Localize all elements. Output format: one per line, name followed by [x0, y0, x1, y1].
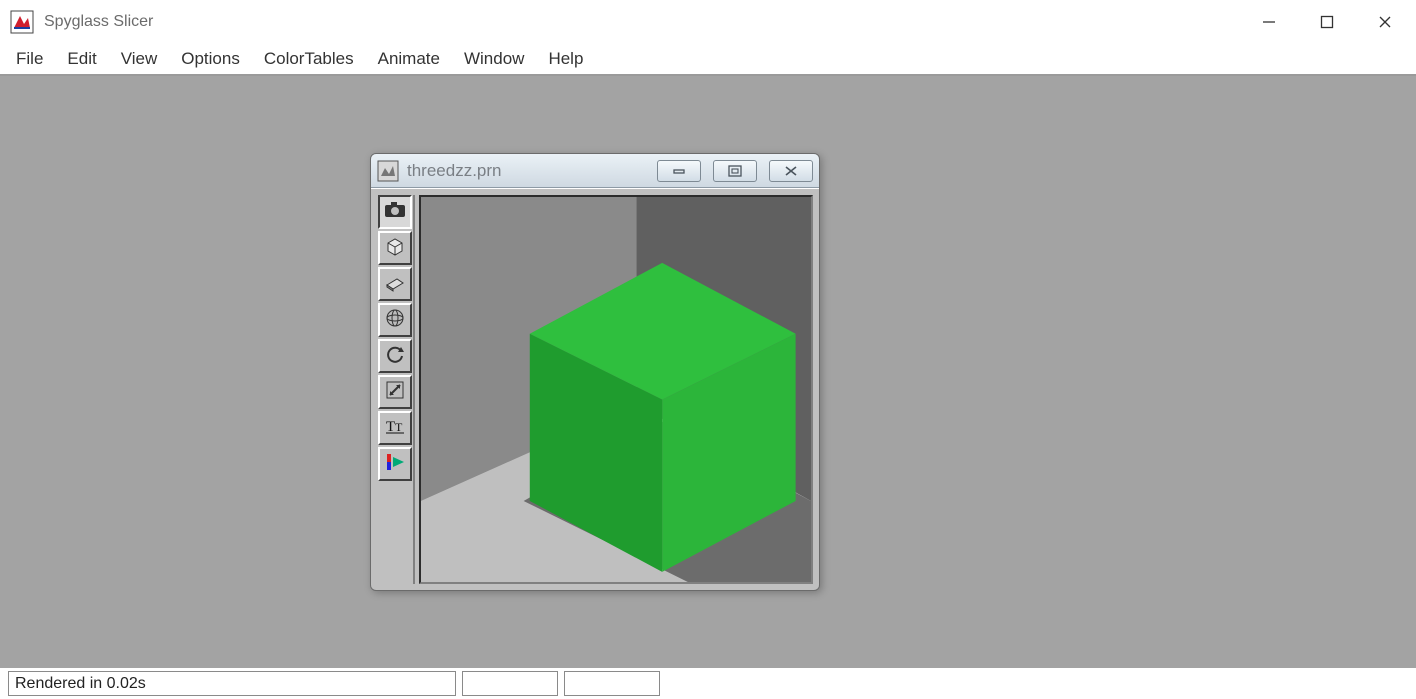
tool-resize[interactable]: [378, 375, 412, 409]
sphere-icon: [384, 307, 406, 334]
menu-view[interactable]: View: [109, 45, 170, 73]
minimize-button[interactable]: [1240, 0, 1298, 44]
scene-canvas: [421, 197, 811, 582]
mdi-workspace: threedzz.prn: [0, 76, 1416, 668]
menu-animate[interactable]: Animate: [366, 45, 452, 73]
maximize-button[interactable]: [1298, 0, 1356, 44]
tool-color-axis[interactable]: [378, 447, 412, 481]
menu-file[interactable]: File: [4, 45, 55, 73]
app-icon: [10, 10, 34, 34]
document-titlebar[interactable]: threedzz.prn: [371, 154, 819, 188]
status-message: Rendered in 0.02s: [8, 671, 456, 696]
render-viewport[interactable]: [419, 195, 813, 584]
child-close-button[interactable]: [769, 160, 813, 182]
menu-help[interactable]: Help: [536, 45, 595, 73]
text-tool-icon: TT: [384, 415, 406, 442]
status-cell-2: [462, 671, 558, 696]
menu-window[interactable]: Window: [452, 45, 536, 73]
status-cell-3: [564, 671, 660, 696]
window-controls: [1240, 0, 1414, 44]
tool-palette: TT: [377, 195, 415, 584]
tool-slice[interactable]: [378, 267, 412, 301]
menu-colortables[interactable]: ColorTables: [252, 45, 366, 73]
svg-text:T: T: [395, 420, 403, 434]
camera-icon: [384, 201, 406, 224]
tool-cube[interactable]: [378, 231, 412, 265]
document-icon: [377, 160, 399, 182]
child-minimize-button[interactable]: [657, 160, 701, 182]
status-bar: Rendered in 0.02s: [0, 668, 1416, 699]
document-body: TT: [371, 188, 819, 590]
tool-text[interactable]: TT: [378, 411, 412, 445]
document-title: threedzz.prn: [407, 161, 502, 181]
cube-icon: [384, 235, 406, 262]
document-window[interactable]: threedzz.prn: [370, 153, 820, 591]
resize-icon: [384, 379, 406, 406]
menu-bar: File Edit View Options ColorTables Anima…: [0, 44, 1416, 76]
close-button[interactable]: [1356, 0, 1414, 44]
slice-icon: [384, 271, 406, 298]
app-title: Spyglass Slicer: [44, 13, 153, 31]
app-titlebar: Spyglass Slicer: [0, 0, 1416, 44]
menu-edit[interactable]: Edit: [55, 45, 108, 73]
child-maximize-button[interactable]: [713, 160, 757, 182]
tool-rotate[interactable]: [378, 339, 412, 373]
tool-sphere[interactable]: [378, 303, 412, 337]
rotate-icon: [384, 343, 406, 370]
color-axis-icon: [384, 451, 406, 478]
menu-options[interactable]: Options: [169, 45, 252, 73]
tool-camera[interactable]: [378, 195, 412, 229]
